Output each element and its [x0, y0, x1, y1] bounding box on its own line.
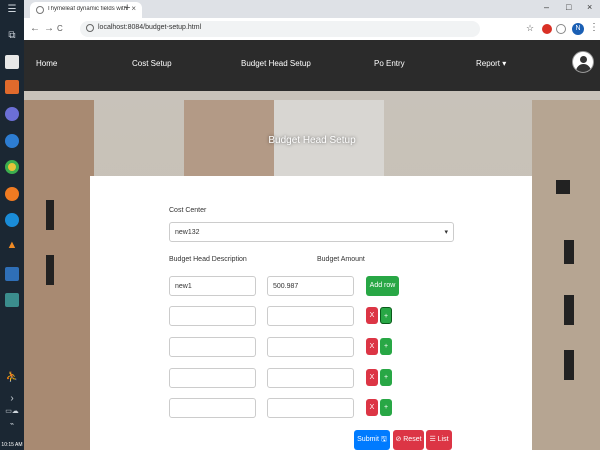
network-icon[interactable]: ⌁	[0, 420, 24, 428]
window	[46, 200, 54, 230]
amount-input[interactable]: 500.987	[267, 276, 354, 296]
people-icon[interactable]: ⛹	[0, 372, 24, 383]
nav-report-dropdown[interactable]: Report ▾	[476, 59, 506, 68]
url-field[interactable]: localhost:8084/budget-setup.html	[80, 21, 480, 37]
amount-input[interactable]	[267, 398, 354, 418]
back-icon[interactable]: ←	[30, 23, 40, 34]
avatar-body	[576, 64, 591, 72]
add-row-button[interactable]: Add row	[366, 276, 399, 296]
description-input[interactable]	[169, 398, 256, 418]
amount-input[interactable]	[267, 306, 354, 326]
extension-icon[interactable]	[542, 24, 552, 34]
insert-row-button[interactable]: +	[380, 307, 392, 324]
description-input[interactable]	[169, 368, 256, 388]
reload-icon[interactable]: C	[57, 24, 63, 33]
skype-icon[interactable]	[5, 213, 19, 227]
description-input[interactable]	[169, 306, 256, 326]
remove-row-button[interactable]: X	[366, 369, 378, 386]
forward-icon[interactable]: →	[44, 23, 54, 34]
windows-taskbar: ☰ ⧉ ▲ ⛹ › ▭☁ ⌁ 10:15 AM	[0, 0, 24, 450]
bookmark-star-icon[interactable]: ☆	[526, 23, 534, 34]
system-tray-icons[interactable]: ▭☁	[0, 407, 24, 415]
building-left	[24, 100, 94, 450]
close-window-button[interactable]: ×	[587, 2, 592, 12]
extension-icon[interactable]	[556, 24, 566, 34]
nav-home[interactable]: Home	[36, 59, 57, 68]
insert-row-button[interactable]: +	[380, 338, 392, 355]
window	[556, 180, 570, 194]
remove-row-button[interactable]: X	[366, 307, 378, 324]
nav-budget-head-setup[interactable]: Budget Head Setup	[241, 59, 311, 68]
avatar-head	[580, 56, 587, 63]
profile-avatar[interactable]: N	[572, 23, 584, 35]
nav-cost-setup[interactable]: Cost Setup	[132, 59, 172, 68]
powerpoint-icon[interactable]	[5, 80, 19, 94]
description-input[interactable]	[169, 337, 256, 357]
window	[564, 350, 574, 380]
chrome-icon[interactable]	[5, 160, 19, 174]
menu-icon[interactable]: ☰	[0, 4, 24, 15]
new-tab-button[interactable]: +	[124, 2, 130, 14]
task-view-icon[interactable]: ⧉	[0, 30, 24, 41]
window	[46, 255, 54, 285]
cost-center-select[interactable]: new132 ▾	[169, 222, 454, 242]
page-title: Budget Head Setup	[268, 135, 356, 146]
building-right	[532, 100, 600, 450]
chevron-up-icon[interactable]: ›	[0, 393, 24, 404]
remove-row-button[interactable]: X	[366, 338, 378, 355]
cost-center-value: new132	[175, 229, 200, 236]
close-tab-icon[interactable]: ×	[131, 4, 136, 13]
nav-po-entry[interactable]: Po Entry	[374, 59, 405, 68]
amount-value: 500.987	[273, 283, 299, 290]
description-value: new1	[175, 283, 192, 290]
globe-icon	[36, 6, 44, 14]
amount-input[interactable]	[267, 337, 354, 357]
web-page: Home Cost Setup Budget Head Setup Po Ent…	[24, 40, 600, 450]
minimize-button[interactable]: –	[544, 2, 549, 12]
app-icon[interactable]	[5, 107, 19, 121]
amount-label: Budget Amount	[317, 256, 365, 263]
description-input[interactable]: new1	[169, 276, 256, 296]
app-icon[interactable]	[5, 267, 19, 281]
address-bar: ← → C localhost:8084/budget-setup.html ☆…	[24, 18, 600, 41]
app-icon[interactable]	[5, 293, 19, 307]
app-icon[interactable]	[5, 134, 19, 148]
reset-button[interactable]: ⊘ Reset	[393, 430, 424, 450]
tab-bar: Thymeleaf dynamic fields with u × + – □ …	[24, 0, 600, 18]
submit-button[interactable]: Submit 🖫	[354, 430, 390, 450]
notepad-icon[interactable]	[5, 55, 19, 69]
user-avatar-icon[interactable]	[572, 51, 594, 73]
firefox-icon[interactable]	[5, 187, 19, 201]
chevron-down-icon: ▾	[444, 229, 448, 236]
url-text: localhost:8084/budget-setup.html	[98, 24, 202, 31]
cost-center-label: Cost Center	[169, 207, 207, 214]
menu-kebab-icon[interactable]: ⋮	[589, 22, 599, 33]
insert-row-button[interactable]: +	[380, 399, 392, 416]
window	[564, 240, 574, 264]
clock: 10:15 AM	[1, 442, 23, 448]
maximize-button[interactable]: □	[566, 2, 571, 12]
vlc-icon[interactable]: ▲	[0, 239, 24, 251]
insert-row-button[interactable]: +	[380, 369, 392, 386]
browser-window: Thymeleaf dynamic fields with u × + – □ …	[24, 0, 600, 450]
amount-input[interactable]	[267, 368, 354, 388]
list-button[interactable]: ☰ List	[426, 430, 452, 450]
budget-form-card: Cost Center new132 ▾ Budget Head Descrip…	[90, 176, 532, 450]
remove-row-button[interactable]: X	[366, 399, 378, 416]
info-icon[interactable]	[86, 24, 94, 32]
description-label: Budget Head Description	[169, 256, 247, 263]
site-navbar: Home Cost Setup Budget Head Setup Po Ent…	[24, 40, 600, 91]
tab-title: Thymeleaf dynamic fields with u	[47, 6, 127, 12]
window	[564, 295, 574, 325]
